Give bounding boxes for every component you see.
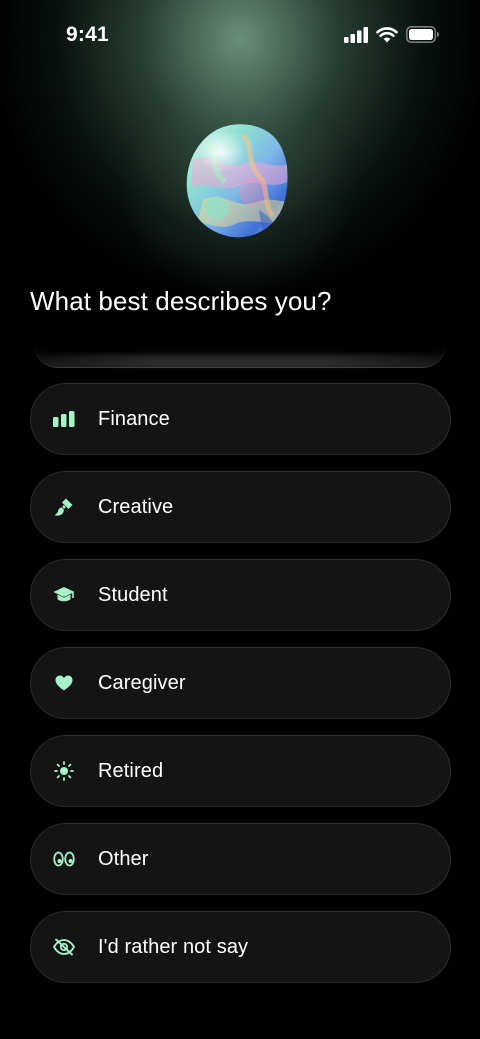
option-label: Creative — [98, 495, 174, 518]
option-retired[interactable]: Retired — [30, 735, 451, 807]
page-title: What best describes you? — [30, 286, 332, 316]
option-label: Retired — [98, 759, 164, 782]
status-bar: 9:41 — [0, 0, 480, 70]
option-label: Finance — [98, 407, 170, 430]
option-finance[interactable]: Finance — [30, 383, 451, 455]
option-creative[interactable]: Creative — [30, 471, 451, 543]
option-label: Other — [98, 847, 149, 870]
status-time: 9:41 — [66, 23, 109, 46]
option-other[interactable]: Other — [30, 823, 451, 895]
opal-gem-image — [183, 120, 293, 242]
cellular-signal-icon — [344, 26, 368, 43]
option-label: Caregiver — [98, 671, 186, 694]
sun-icon — [52, 759, 76, 783]
option-rather-not-say[interactable]: I'd rather not say — [30, 911, 451, 983]
option-label: I'd rather not say — [98, 935, 249, 958]
wifi-icon — [376, 26, 398, 43]
battery-icon — [406, 26, 440, 43]
option-student[interactable]: Student — [30, 559, 451, 631]
options-list: Finance Creative Student Caregiver Retir… — [30, 383, 451, 999]
status-icons — [344, 26, 440, 43]
graduation-cap-icon — [52, 583, 76, 607]
eyes-icon — [52, 847, 76, 871]
option-label: Student — [98, 583, 168, 606]
option-caregiver[interactable]: Caregiver — [30, 647, 451, 719]
heart-icon — [52, 671, 76, 695]
app-screen: 9:41 What best describes you? Finance Cr… — [0, 0, 480, 1039]
paintbrush-icon — [52, 495, 76, 519]
eye-slash-icon — [52, 935, 76, 959]
scroll-fade — [34, 355, 446, 367]
bar-chart-icon — [52, 407, 76, 431]
